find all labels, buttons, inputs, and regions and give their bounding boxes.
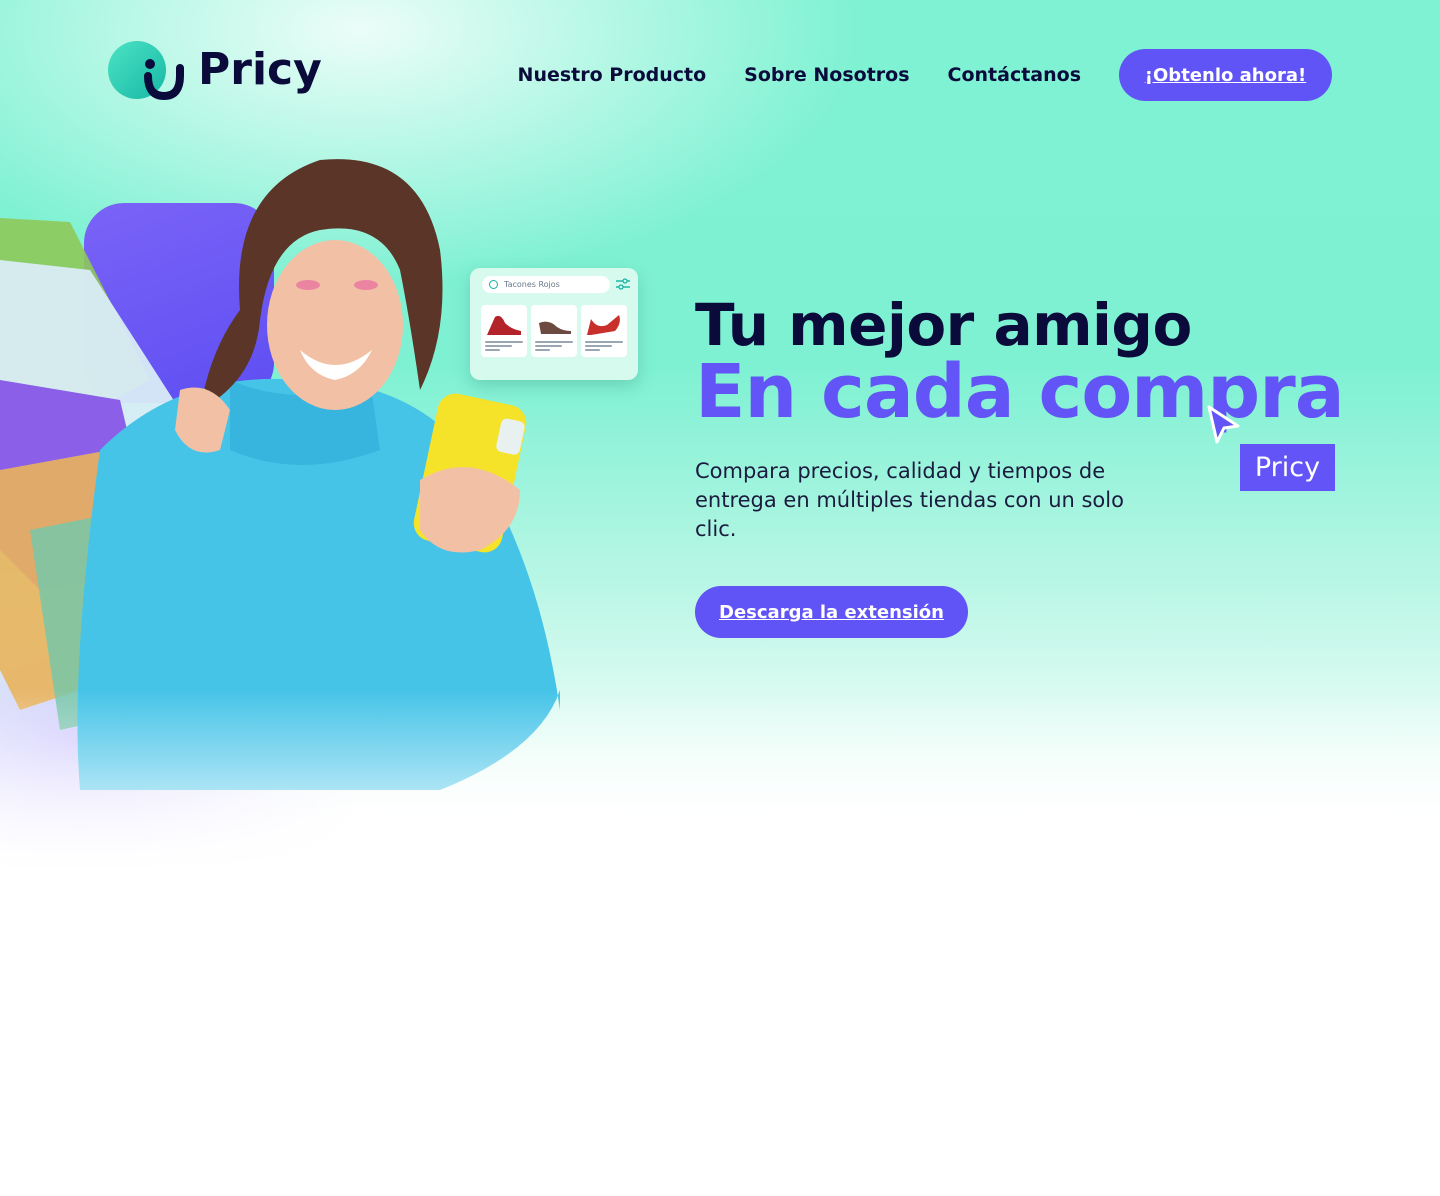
pricy-tag-badge: Pricy <box>1240 444 1335 491</box>
product-thumbnail[interactable] <box>581 305 627 357</box>
nav-link-about[interactable]: Sobre Nosotros <box>744 64 909 86</box>
search-results-card: Tacones Rojos <box>470 268 638 380</box>
product-thumbnail[interactable] <box>481 305 527 357</box>
brown-heel-icon <box>539 321 571 334</box>
logo-wordmark: Pricy <box>198 44 322 95</box>
hero-subtitle: En cada compra <box>695 349 1345 435</box>
search-query: Tacones Rojos <box>504 280 560 289</box>
filter-icon[interactable] <box>616 278 630 290</box>
download-extension-button[interactable]: Descarga la extensión <box>695 586 968 638</box>
main-nav: Nuestro Producto Sobre Nosotros Contácta… <box>518 49 1332 101</box>
product-thumbnail[interactable] <box>531 305 577 357</box>
search-input[interactable]: Tacones Rojos <box>482 276 610 293</box>
cursor-icon <box>1207 405 1240 444</box>
red-heel-icon <box>487 315 521 335</box>
hero-description: Compara precios, calidad y tiempos de en… <box>695 459 1124 541</box>
landing-page: Pricy Nuestro Producto Sobre Nosotros Co… <box>0 0 1440 1196</box>
logo[interactable]: Pricy <box>108 40 322 100</box>
get-it-now-button[interactable]: ¡Obtenlo ahora! <box>1119 49 1332 101</box>
nav-link-product[interactable]: Nuestro Producto <box>518 64 707 86</box>
hero-bottom-fade <box>0 690 1440 950</box>
logo-mark-icon <box>108 40 188 100</box>
nav-link-contact[interactable]: Contáctanos <box>948 64 1081 86</box>
search-icon <box>489 280 498 289</box>
red-pump-icon <box>587 315 620 335</box>
